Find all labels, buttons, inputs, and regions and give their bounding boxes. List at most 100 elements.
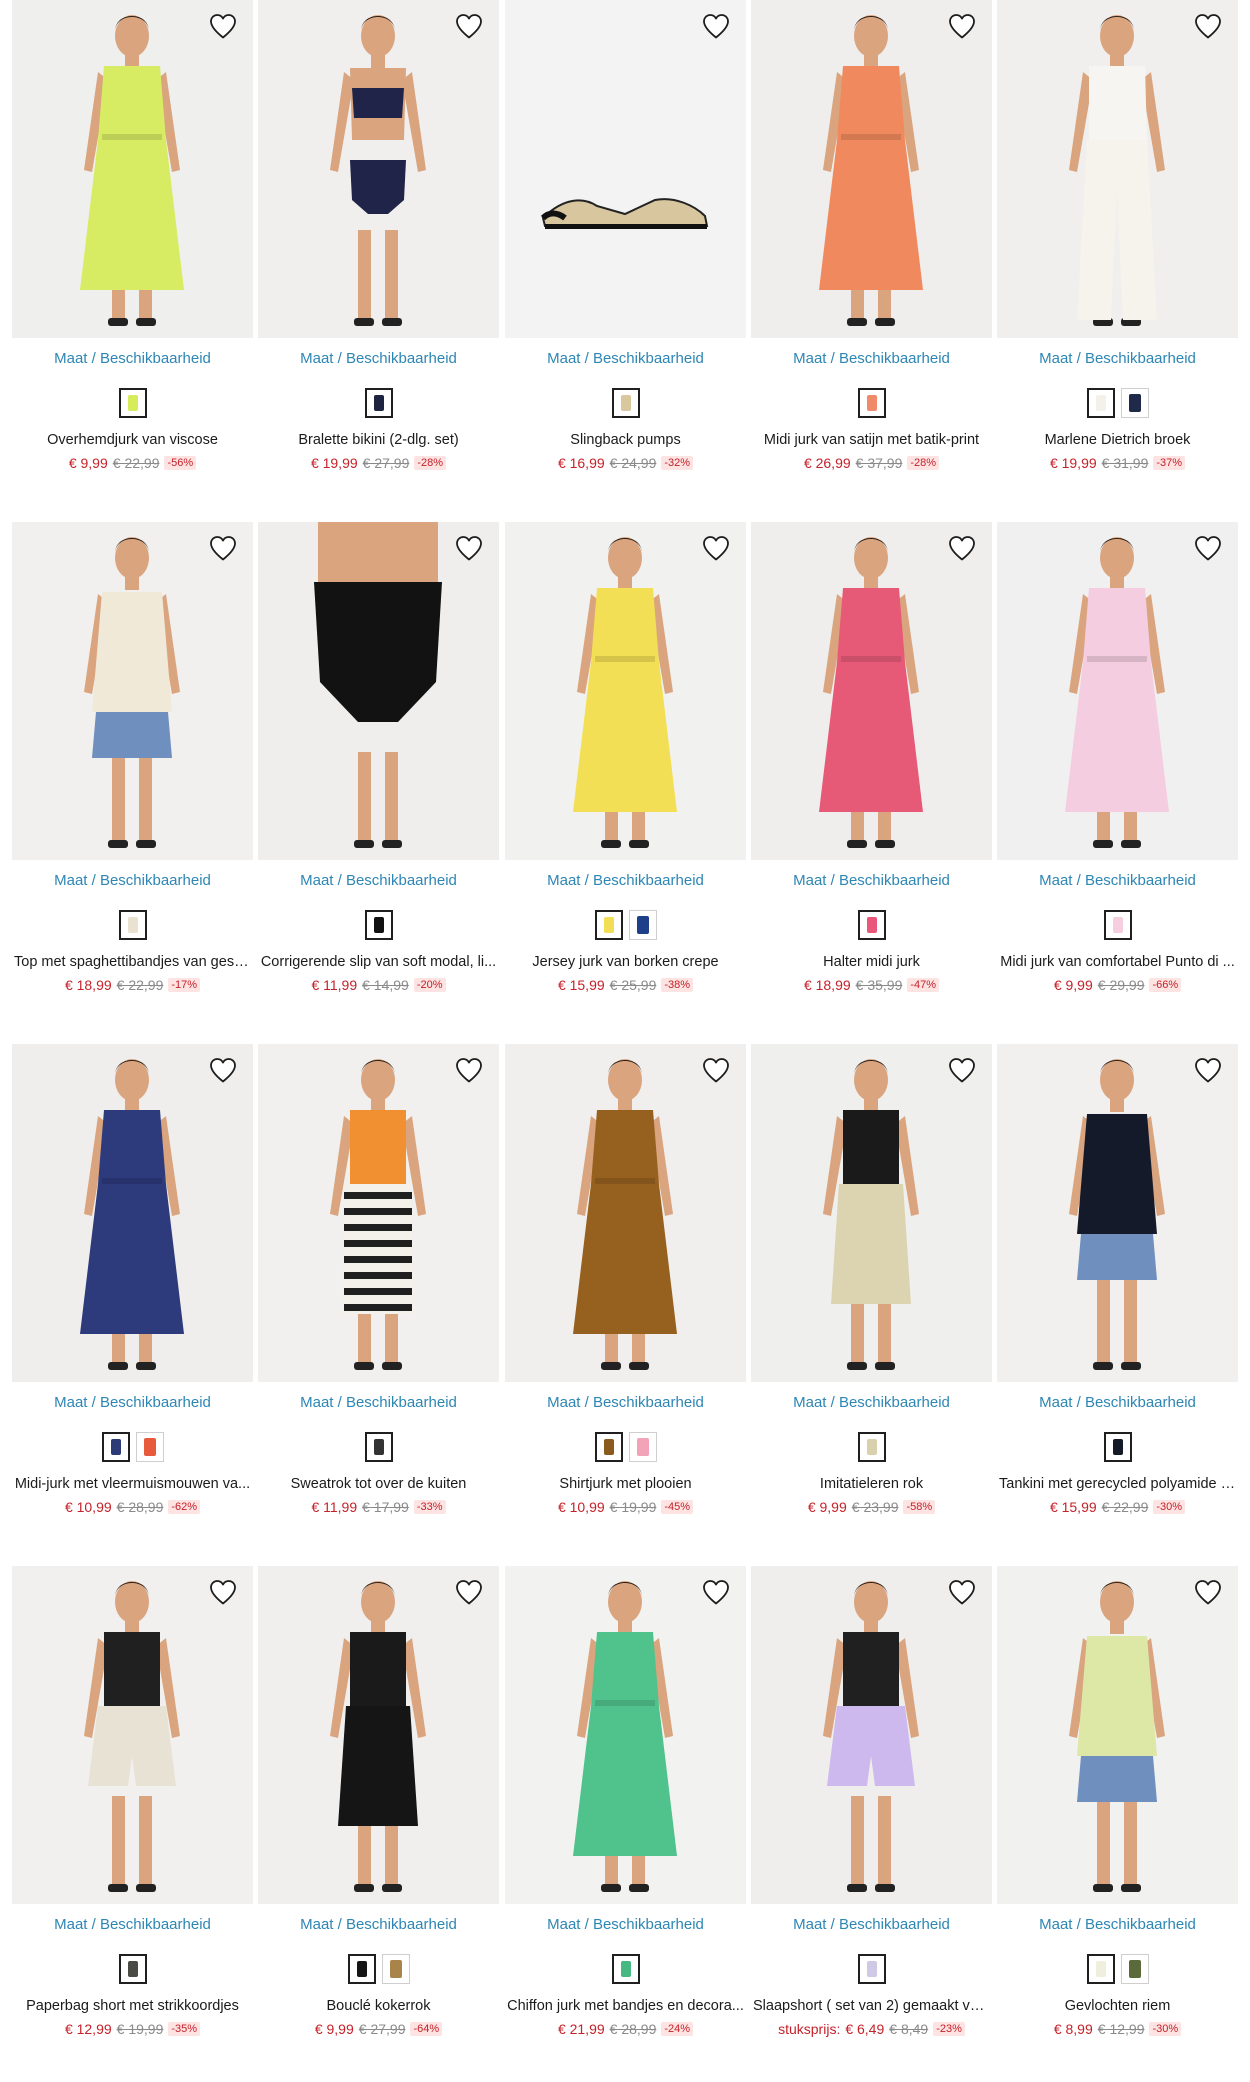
size-availability-link[interactable]: Maat / Beschikbaarheid <box>258 1916 499 1936</box>
product-name[interactable]: Gevlochten riem <box>997 1998 1238 2018</box>
product-name[interactable]: Slingback pumps <box>505 432 746 452</box>
wishlist-heart-icon[interactable] <box>945 1053 979 1087</box>
size-availability-link[interactable]: Maat / Beschikbaarheid <box>997 872 1238 892</box>
color-swatch[interactable] <box>364 910 393 940</box>
color-swatch[interactable] <box>118 1954 147 1984</box>
product-card[interactable]: Maat / Beschikbaarheid Tankini met gerec… <box>997 1044 1238 1517</box>
product-name[interactable]: Overhemdjurk van viscose <box>12 432 253 452</box>
product-image[interactable] <box>258 522 499 860</box>
product-card[interactable]: Maat / Beschikbaarheid Shirtjurk met plo… <box>505 1044 746 1517</box>
product-name[interactable]: Corrigerende slip van soft modal, li... <box>258 954 499 974</box>
size-availability-link[interactable]: Maat / Beschikbaarheid <box>505 872 746 892</box>
color-swatch[interactable] <box>628 910 657 940</box>
product-image[interactable] <box>505 522 746 860</box>
wishlist-heart-icon[interactable] <box>699 1053 733 1087</box>
product-image[interactable] <box>751 1566 992 1904</box>
color-swatch[interactable] <box>857 1432 886 1462</box>
size-availability-link[interactable]: Maat / Beschikbaarheid <box>258 1394 499 1414</box>
product-image[interactable] <box>997 1566 1238 1904</box>
product-name[interactable]: Midi jurk van comfortabel Punto di ... <box>997 954 1238 974</box>
product-card[interactable]: Maat / Beschikbaarheid Midi-jurk met vle… <box>12 1044 253 1517</box>
wishlist-heart-icon[interactable] <box>452 9 486 43</box>
color-swatch[interactable] <box>364 1432 393 1462</box>
size-availability-link[interactable]: Maat / Beschikbaarheid <box>751 872 992 892</box>
product-image[interactable] <box>751 0 992 338</box>
product-card[interactable]: Maat / Beschikbaarheid Slingback pumps €… <box>505 0 746 473</box>
wishlist-heart-icon[interactable] <box>452 1053 486 1087</box>
product-name[interactable]: Midi jurk van satijn met batik-print <box>751 432 992 452</box>
wishlist-heart-icon[interactable] <box>1191 1575 1225 1609</box>
size-availability-link[interactable]: Maat / Beschikbaarheid <box>751 350 992 370</box>
product-image[interactable] <box>505 1566 746 1904</box>
product-name[interactable]: Slaapshort ( set van 2) gemaakt van ... <box>751 1998 992 2018</box>
product-card[interactable]: Maat / Beschikbaarheid Jersey jurk van b… <box>505 522 746 995</box>
size-availability-link[interactable]: Maat / Beschikbaarheid <box>12 1916 253 1936</box>
product-name[interactable]: Marlene Dietrich broek <box>997 432 1238 452</box>
size-availability-link[interactable]: Maat / Beschikbaarheid <box>505 1394 746 1414</box>
size-availability-link[interactable]: Maat / Beschikbaarheid <box>505 350 746 370</box>
product-name[interactable]: Bouclé kokerrok <box>258 1998 499 2018</box>
product-image[interactable] <box>751 522 992 860</box>
color-swatch[interactable] <box>611 1954 640 1984</box>
product-card[interactable]: Maat / Beschikbaarheid Slaapshort ( set … <box>751 1566 992 2039</box>
wishlist-heart-icon[interactable] <box>206 531 240 565</box>
product-image[interactable] <box>12 1044 253 1382</box>
wishlist-heart-icon[interactable] <box>945 531 979 565</box>
product-image[interactable] <box>258 1566 499 1904</box>
product-image[interactable] <box>997 522 1238 860</box>
wishlist-heart-icon[interactable] <box>206 1575 240 1609</box>
product-image[interactable] <box>751 1044 992 1382</box>
color-swatch[interactable] <box>1086 388 1115 418</box>
size-availability-link[interactable]: Maat / Beschikbaarheid <box>751 1916 992 1936</box>
color-swatch[interactable] <box>594 1432 623 1462</box>
color-swatch[interactable] <box>101 1432 130 1462</box>
wishlist-heart-icon[interactable] <box>206 9 240 43</box>
product-name[interactable]: Jersey jurk van borken crepe <box>505 954 746 974</box>
color-swatch[interactable] <box>1103 910 1132 940</box>
product-name[interactable]: Shirtjurk met plooien <box>505 1476 746 1496</box>
product-name[interactable]: Bralette bikini (2-dlg. set) <box>258 432 499 452</box>
wishlist-heart-icon[interactable] <box>945 1575 979 1609</box>
wishlist-heart-icon[interactable] <box>945 9 979 43</box>
product-card[interactable]: Maat / Beschikbaarheid Halter midi jurk … <box>751 522 992 995</box>
size-availability-link[interactable]: Maat / Beschikbaarheid <box>12 872 253 892</box>
color-swatch[interactable] <box>135 1432 164 1462</box>
product-card[interactable]: Maat / Beschikbaarheid Overhemdjurk van … <box>12 0 253 473</box>
wishlist-heart-icon[interactable] <box>1191 9 1225 43</box>
color-swatch[interactable] <box>857 910 886 940</box>
size-availability-link[interactable]: Maat / Beschikbaarheid <box>997 1394 1238 1414</box>
color-swatch[interactable] <box>1086 1954 1115 1984</box>
product-image[interactable] <box>12 1566 253 1904</box>
product-card[interactable]: Maat / Beschikbaarheid Corrigerende slip… <box>258 522 499 995</box>
color-swatch[interactable] <box>347 1954 376 1984</box>
size-availability-link[interactable]: Maat / Beschikbaarheid <box>751 1394 992 1414</box>
color-swatch[interactable] <box>381 1954 410 1984</box>
product-card[interactable]: Maat / Beschikbaarheid Bralette bikini (… <box>258 0 499 473</box>
product-card[interactable]: Maat / Beschikbaarheid Paperbag short me… <box>12 1566 253 2039</box>
product-name[interactable]: Imitatieleren rok <box>751 1476 992 1496</box>
product-name[interactable]: Midi-jurk met vleermuismouwen va... <box>12 1476 253 1496</box>
product-image[interactable] <box>997 1044 1238 1382</box>
product-name[interactable]: Halter midi jurk <box>751 954 992 974</box>
size-availability-link[interactable]: Maat / Beschikbaarheid <box>258 350 499 370</box>
size-availability-link[interactable]: Maat / Beschikbaarheid <box>997 1916 1238 1936</box>
size-availability-link[interactable]: Maat / Beschikbaarheid <box>997 350 1238 370</box>
color-swatch[interactable] <box>611 388 640 418</box>
product-name[interactable]: Chiffon jurk met bandjes en decora... <box>505 1998 746 2018</box>
product-image[interactable] <box>258 1044 499 1382</box>
wishlist-heart-icon[interactable] <box>1191 1053 1225 1087</box>
color-swatch[interactable] <box>118 910 147 940</box>
size-availability-link[interactable]: Maat / Beschikbaarheid <box>258 872 499 892</box>
wishlist-heart-icon[interactable] <box>206 1053 240 1087</box>
product-card[interactable]: Maat / Beschikbaarheid Sweatrok tot over… <box>258 1044 499 1517</box>
product-image[interactable] <box>997 0 1238 338</box>
product-image[interactable] <box>12 0 253 338</box>
wishlist-heart-icon[interactable] <box>699 531 733 565</box>
wishlist-heart-icon[interactable] <box>1191 531 1225 565</box>
color-swatch[interactable] <box>857 1954 886 1984</box>
wishlist-heart-icon[interactable] <box>452 1575 486 1609</box>
wishlist-heart-icon[interactable] <box>699 1575 733 1609</box>
product-card[interactable]: Maat / Beschikbaarheid Top met spaghetti… <box>12 522 253 995</box>
color-swatch[interactable] <box>1103 1432 1132 1462</box>
product-image[interactable] <box>505 1044 746 1382</box>
